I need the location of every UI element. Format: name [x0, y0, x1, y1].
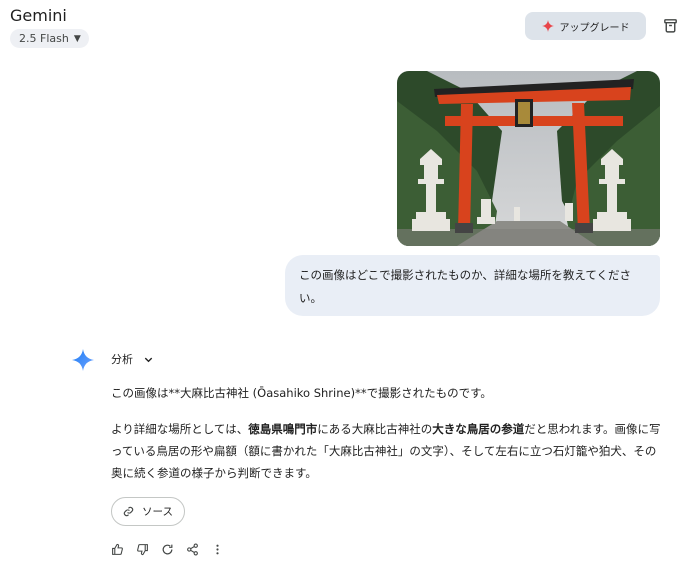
app-title: Gemini: [10, 6, 67, 25]
gemini-star-icon: [72, 349, 94, 371]
link-icon: [123, 506, 134, 517]
model-label: 2.5 Flash: [19, 32, 69, 45]
thumb-up-icon[interactable]: [111, 543, 124, 556]
upgrade-label: アップグレード: [559, 22, 630, 34]
chevron-down-icon: [143, 354, 154, 365]
source-button[interactable]: ソース: [111, 497, 185, 526]
source-label: ソース: [142, 506, 173, 518]
p2-bold-location: 徳島県鳴門市: [248, 422, 318, 436]
upgrade-button[interactable]: アップグレード: [525, 12, 646, 40]
analysis-toggle[interactable]: 分析: [111, 351, 154, 367]
torii-gate-photo[interactable]: [397, 71, 660, 246]
trash-icon[interactable]: [662, 17, 679, 34]
regenerate-icon[interactable]: [161, 543, 174, 556]
user-message-text: この画像はどこで撮影されたものか、詳細な場所を教えてください。: [299, 268, 632, 305]
share-icon[interactable]: [186, 543, 199, 556]
analysis-label: 分析: [111, 353, 133, 366]
p2-bold-approach: 大きな鳥居の参道: [432, 422, 525, 436]
user-message-bubble: この画像はどこで撮影されたものか、詳細な場所を教えてください。: [285, 255, 660, 316]
p2-text-1: より詳細な場所としては、: [111, 422, 249, 436]
p2-text-2: にある大麻比古神社の: [317, 422, 433, 436]
response-paragraph-1: この画像は**大麻比古神社 (Ōasahiko Shrine)**で撮影されたも…: [111, 386, 492, 400]
more-icon[interactable]: [211, 543, 224, 556]
response-paragraph-2: より詳細な場所としては、徳島県鳴門市にある大麻比古神社の大きな鳥居の参道だと思わ…: [111, 418, 661, 484]
caret-down-icon: ▼: [73, 33, 81, 44]
thumb-down-icon[interactable]: [136, 543, 149, 556]
model-selector[interactable]: 2.5 Flash ▼: [10, 29, 89, 48]
spark-icon: [541, 20, 554, 32]
response-actions: [111, 543, 236, 556]
